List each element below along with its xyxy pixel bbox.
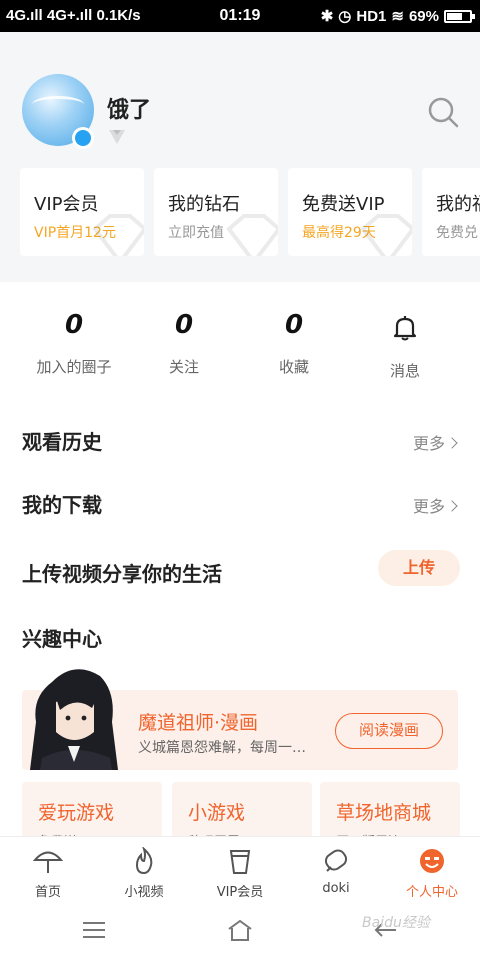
vip-card-welfare[interactable]: 我的福 免费兑 — [422, 168, 480, 256]
stat-value: 0 — [64, 310, 84, 340]
vip-card-membership[interactable]: VIP会员 VIP首月12元 — [20, 168, 144, 256]
diamond-watermark-icon — [360, 214, 412, 256]
stat-label: 关注 — [168, 358, 199, 376]
upload-row: 上传视频分享你的生活 上传 — [22, 550, 460, 592]
stat-label: 收藏 — [278, 358, 309, 376]
more-link[interactable]: 更多 — [413, 430, 456, 454]
bottom-tab-bar: 首页 小视频 VIP会员 doki 个人中心 — [0, 836, 480, 900]
network-label: HD1 — [356, 7, 387, 25]
stat-value: 0 — [174, 310, 194, 340]
tab-label: 小视频 — [124, 885, 164, 900]
stat-label: 消息 — [389, 362, 420, 380]
vip-card-diamonds[interactable]: 我的钻石 立即充值 — [154, 168, 278, 256]
vip-card-title: 免费送VIP — [302, 194, 385, 215]
game-card-mini-games[interactable]: 小游戏 秒玩无需… — [172, 782, 312, 842]
game-cards: 爱玩游戏 免费送VIP 小游戏 秒玩无需… 草场地商城 买正版周边 — [22, 782, 480, 842]
diamond-watermark-icon — [92, 214, 144, 256]
downloads-row[interactable]: 我的下载 更多 — [22, 483, 460, 523]
game-card-title: 草场地商城 — [336, 802, 432, 824]
home-icon[interactable] — [226, 916, 254, 944]
upload-button[interactable]: 上传 — [378, 550, 460, 586]
vip-card-title: VIP会员 — [34, 194, 99, 215]
stat-value: 0 — [284, 310, 304, 340]
level-badge-icon — [109, 130, 125, 144]
game-card-title: 爱玩游戏 — [38, 802, 115, 824]
tab-doki[interactable]: doki — [288, 847, 384, 896]
stat-messages[interactable]: 消息 — [345, 310, 465, 381]
tab-label: 个人中心 — [405, 885, 458, 900]
stat-circles[interactable]: 0 加入的圈子 — [14, 310, 134, 377]
vip-card-title: 我的福 — [436, 194, 480, 215]
baidu-watermark: Baidu经验 — [362, 915, 430, 931]
read-comic-button[interactable]: 阅读漫画 — [335, 713, 443, 749]
vip-card-subtitle: 免费兑 — [436, 225, 478, 241]
tab-profile[interactable]: 个人中心 — [384, 847, 480, 900]
vip-card-title: 我的钻石 — [168, 194, 240, 215]
tab-label: 首页 — [34, 885, 61, 900]
vip-card-free-vip[interactable]: 免费送VIP 最高得29天 — [288, 168, 412, 256]
status-right: ✱ ◷ HD1 ≋ 69% — [320, 7, 475, 25]
diamond-watermark-icon — [226, 214, 278, 256]
row-title: 上传视频分享你的生活 — [22, 562, 222, 586]
tab-label: VIP会员 — [216, 885, 264, 900]
battery-percent: 69% — [408, 7, 439, 25]
stat-label: 加入的圈子 — [36, 358, 112, 376]
username[interactable]: 饿了 — [107, 92, 151, 124]
game-card-aiwan[interactable]: 爱玩游戏 免费送VIP — [22, 782, 162, 842]
interest-center-heading: 兴趣中心 — [22, 617, 460, 657]
more-link[interactable]: 更多 — [413, 493, 456, 517]
tab-short-video[interactable]: 小视频 — [96, 847, 192, 900]
stat-favorites[interactable]: 0 收藏 — [234, 310, 354, 377]
alarm-icon: ◷ — [338, 8, 352, 25]
watch-history-row[interactable]: 观看历史 更多 — [22, 420, 460, 460]
game-card-title: 小游戏 — [188, 802, 246, 824]
tab-label: doki — [322, 881, 350, 896]
bell-icon — [393, 316, 417, 341]
battery-icon — [444, 9, 475, 23]
banner-description: 义城篇恩怨难解，每周一… — [138, 740, 306, 756]
banner-title: 魔道祖师·漫画 — [138, 712, 259, 734]
tab-home[interactable]: 首页 — [0, 847, 96, 900]
row-title: 我的下载 — [22, 493, 102, 517]
game-card-shop[interactable]: 草场地商城 买正版周边 — [320, 782, 460, 842]
qq-badge-icon — [72, 127, 94, 149]
search-icon[interactable] — [426, 95, 460, 129]
character-illustration — [30, 669, 118, 770]
stats-row: 0 加入的圈子 0 关注 0 收藏 消息 — [0, 310, 480, 390]
flame-icon — [135, 847, 153, 875]
vip-cup-icon — [229, 850, 251, 874]
bluetooth-icon: ✱ — [320, 8, 334, 25]
umbrella-icon — [33, 851, 63, 873]
menu-icon[interactable] — [80, 916, 108, 944]
stat-following[interactable]: 0 关注 — [124, 310, 244, 377]
smiley-icon — [420, 849, 444, 873]
tab-vip[interactable]: VIP会员 — [192, 847, 288, 900]
section-title: 兴趣中心 — [22, 627, 102, 651]
doki-icon — [324, 849, 348, 872]
vip-cards: VIP会员 VIP首月12元 我的钻石 立即充值 免费送VIP 最高得29天 我… — [20, 168, 480, 258]
status-bar: 4G.ıll 4G+.ıll 0.1K/s 01:19 ✱ ◷ HD1 ≋ 69… — [0, 0, 480, 32]
wifi-icon: ≋ — [391, 8, 404, 25]
row-title: 观看历史 — [22, 430, 102, 454]
